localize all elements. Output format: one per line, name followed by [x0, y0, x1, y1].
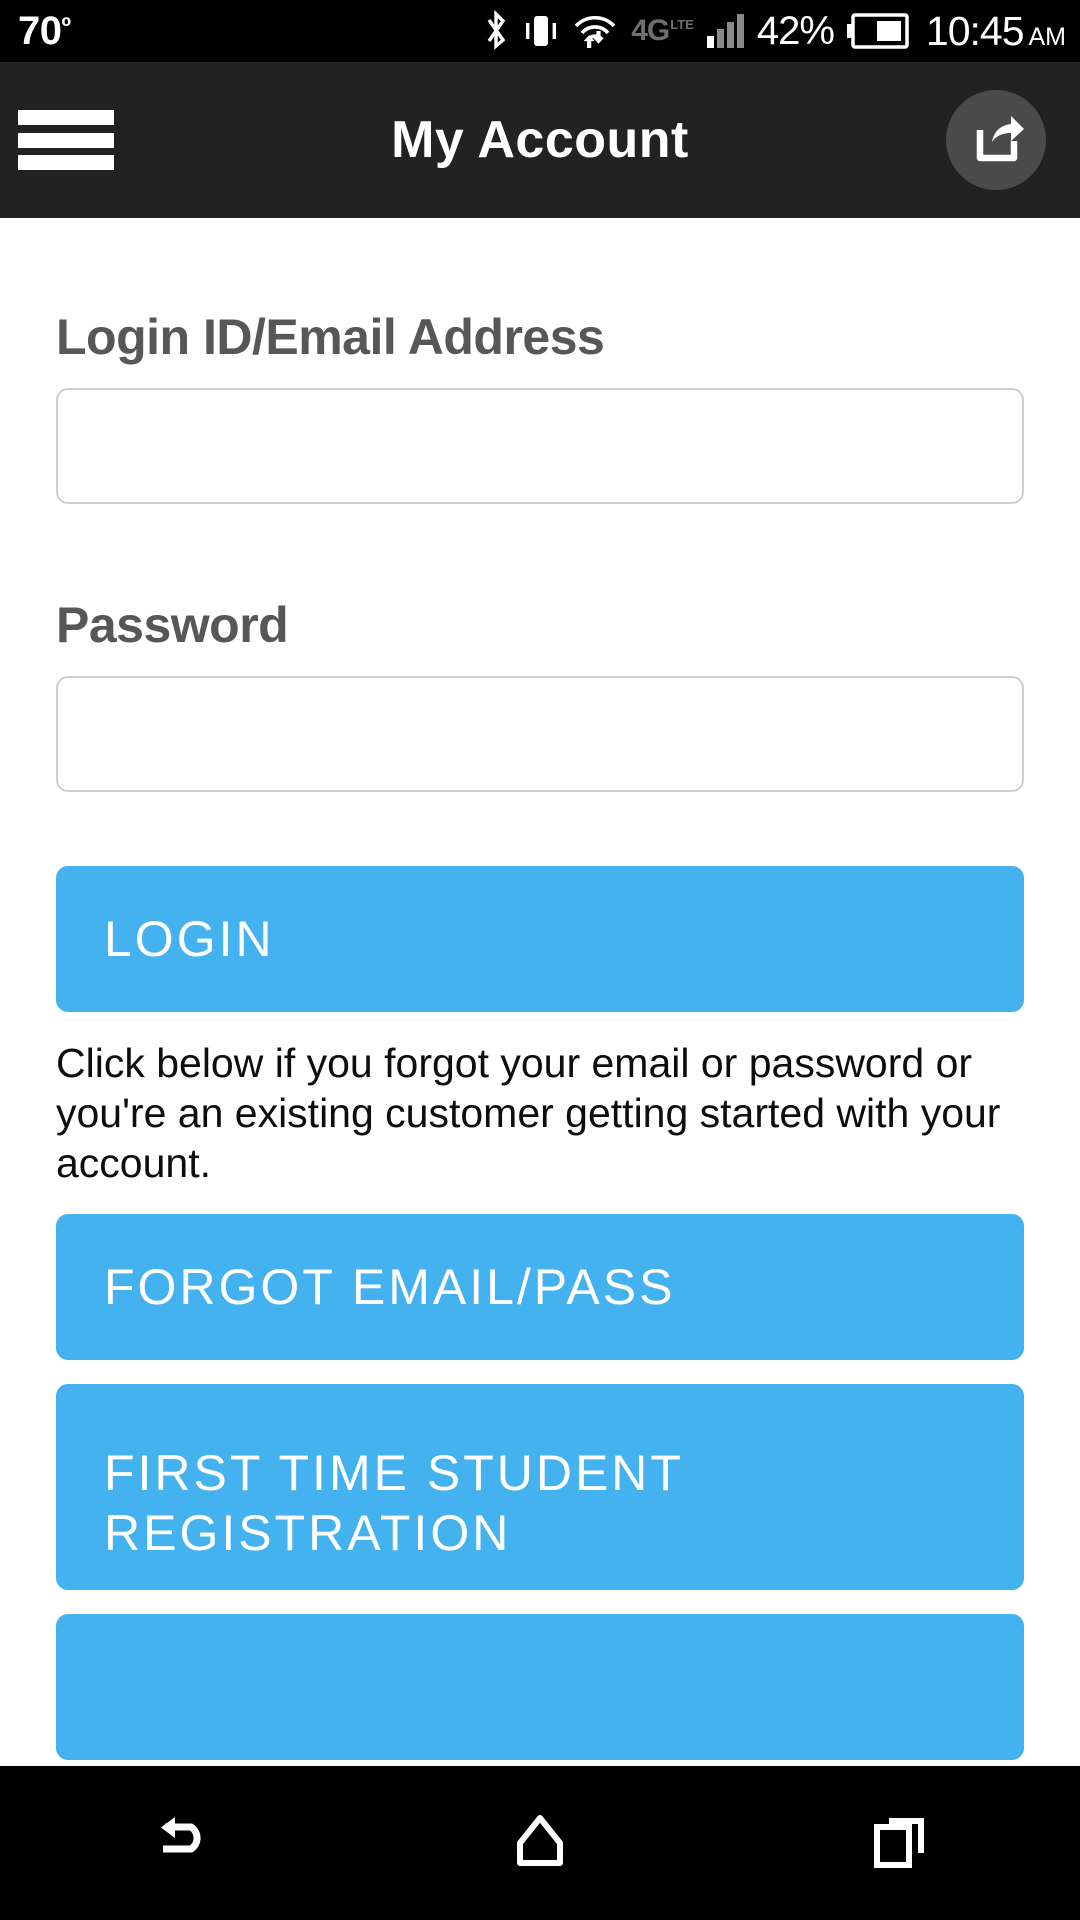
phone-screen: 70º 4G LTE 42% 10:45 AM My Account Login… — [0, 0, 1080, 1920]
recent-apps-icon — [871, 1813, 929, 1873]
degree-symbol: º — [61, 11, 72, 41]
network-suffix-label: LTE — [670, 17, 694, 32]
page-title: My Account — [391, 111, 689, 169]
time-value: 10:45 — [925, 7, 1025, 54]
password-label: Password — [56, 597, 289, 653]
weather-temperature: 70º — [18, 11, 71, 51]
password-input[interactable] — [56, 676, 1024, 792]
time-meridiem: AM — [1028, 22, 1067, 51]
network-type-icon: 4G LTE — [631, 16, 694, 46]
login-id-label: Login ID/Email Address — [56, 309, 605, 365]
login-id-input[interactable] — [56, 388, 1024, 504]
temperature-value: 70 — [18, 9, 62, 53]
home-button[interactable] — [465, 1788, 615, 1898]
battery-icon — [846, 12, 909, 50]
app-header: My Account Omaha — [0, 62, 1080, 327]
main-content: Login ID/Email Address Password LOGIN Cl… — [0, 218, 1080, 1766]
bluetooth-icon — [484, 10, 510, 52]
recent-apps-button[interactable] — [825, 1788, 975, 1898]
wifi-transfer-icon — [572, 10, 618, 52]
battery-percent-label: 42% — [756, 9, 835, 53]
partially-visible-button[interactable] — [56, 1614, 1024, 1761]
forgot-email-pass-button[interactable]: FORGOT EMAIL/PASS — [56, 1214, 1024, 1361]
login-button[interactable]: LOGIN — [56, 866, 1024, 1012]
home-icon — [513, 1813, 567, 1873]
share-button[interactable] — [946, 90, 1046, 190]
signal-bars-icon — [706, 14, 744, 48]
clock-time: 10:45 AM — [925, 7, 1067, 54]
status-bar: 70º 4G LTE 42% 10:45 AM — [0, 0, 1080, 62]
back-arrow-icon — [149, 1813, 211, 1873]
vibrate-icon — [523, 11, 559, 51]
network-type-label: 4G — [631, 14, 670, 47]
helper-text: Click below if you forgot your email or … — [56, 1040, 1001, 1187]
back-button[interactable] — [105, 1788, 255, 1898]
android-navigation-bar — [0, 1766, 1080, 1920]
status-icons-group: 4G LTE 42% 10:45 AM — [484, 10, 1080, 52]
share-icon — [966, 108, 1026, 172]
first-time-student-registration-button[interactable]: FIRST TIME STUDENT REGISTRATION — [56, 1384, 1024, 1591]
